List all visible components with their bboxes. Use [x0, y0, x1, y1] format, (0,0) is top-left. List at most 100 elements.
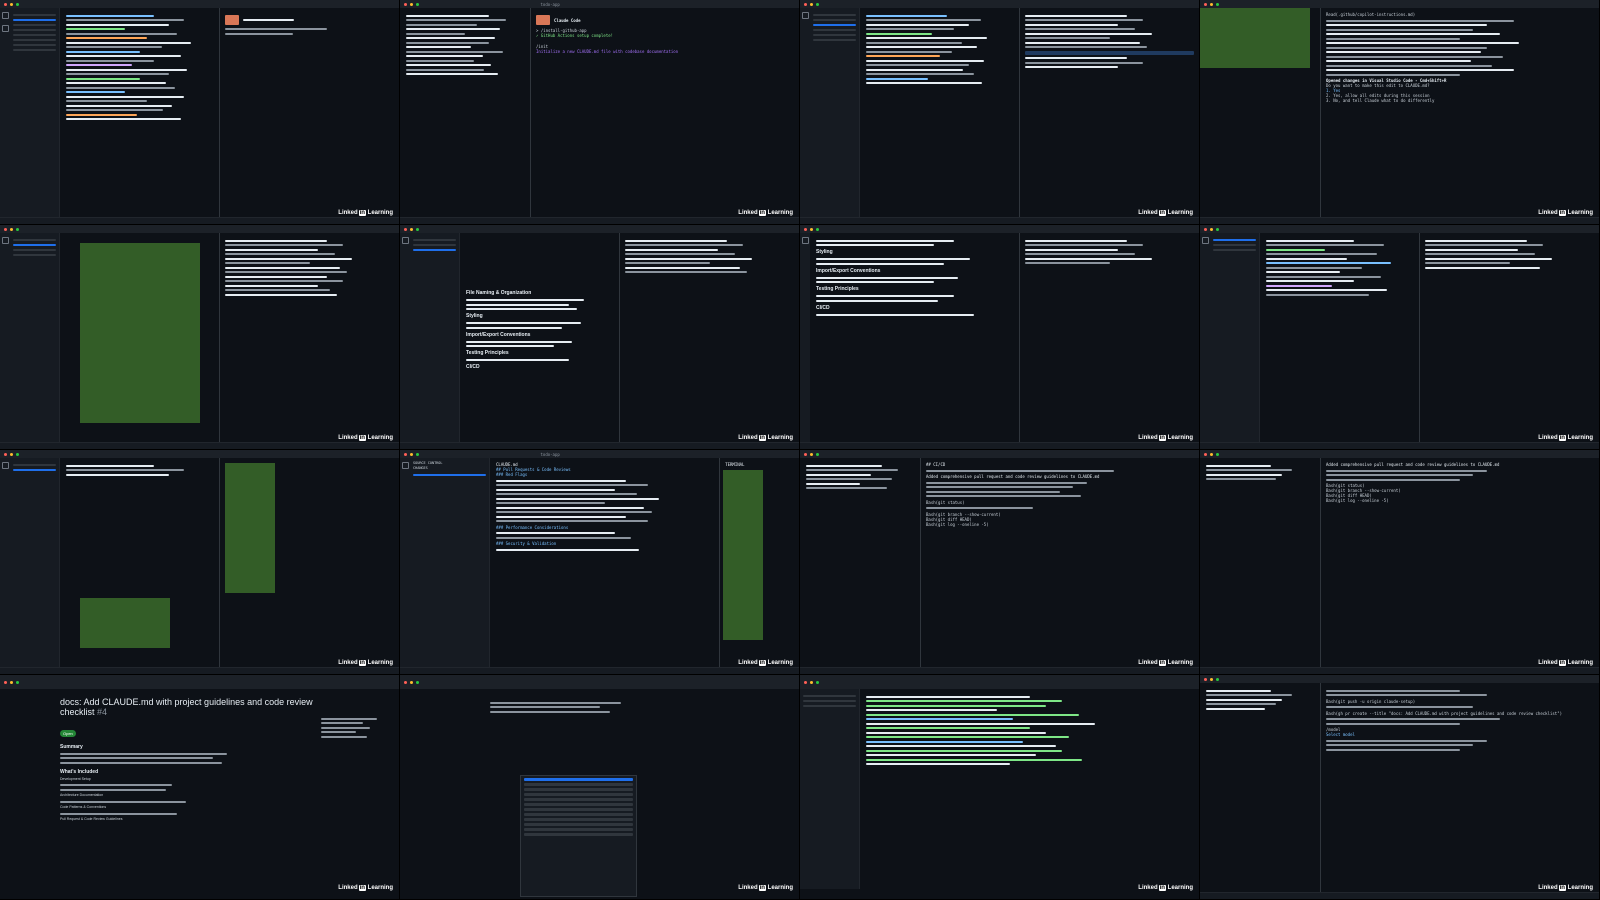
md-heading-performance: ### Performance Considerations [496, 524, 569, 530]
bash-git-log: Bash(git log --oneline -5) [926, 521, 989, 527]
editor-area[interactable] [1200, 458, 1320, 668]
terminal-tab[interactable]: TERMINAL [725, 462, 794, 467]
tile-claude-edit-prompt: Read(.github/copilot-instructions.md) Op… [1200, 0, 1600, 225]
tile-claude-git-status: ## CI/CD Added comprehensive pull reques… [800, 450, 1200, 675]
terminal-panel[interactable]: Added comprehensive pull request and cod… [1320, 458, 1599, 668]
claude-code-title: Claude Code [554, 17, 581, 23]
tile-markdown-preview: File Naming & Organization Styling Impor… [400, 225, 800, 450]
ci-heading: ## CI/CD [926, 462, 946, 467]
pr-included-heading: What's Included [60, 768, 99, 775]
pr-sidebar [321, 715, 391, 740]
window-titlebar [0, 0, 399, 8]
tile-markdown-preview-2: Styling Import/Export Conventions Testin… [800, 225, 1200, 450]
md-heading-security: ### Security & Validation [496, 541, 557, 546]
status-bar [0, 217, 399, 224]
linkedin-learning-watermark: Linked in Learning [338, 210, 393, 216]
heading-cicd: CI/CD [466, 364, 480, 370]
bash-git-push: Bash(git push -u origin claude-setup) [1326, 698, 1416, 704]
green-diff-block [723, 470, 764, 640]
tile-vscode-claude-md-3: Linked in Learning [1200, 225, 1600, 450]
green-diff-block [80, 243, 200, 423]
terminal-panel[interactable]: TERMINAL [719, 458, 799, 668]
tile-vscode-green-selection: Linked in Learning [0, 225, 400, 450]
init-description: Initialize a new CLAUDE.md file with cod… [536, 49, 679, 54]
added-summary: Added comprehensive pull request and cod… [926, 474, 1100, 479]
heading-testing: Testing Principles [816, 286, 859, 292]
terminal-panel[interactable] [219, 458, 399, 668]
editor-area[interactable] [60, 233, 219, 443]
pr-architecture: Architecture Documentation [60, 793, 104, 797]
tile-claude-md-pr-section: todo-app SOURCE CONTROL CHANGES CLAUDE.m… [400, 450, 800, 675]
bash-git-status: Bash(git status) [926, 499, 965, 505]
terminal-panel[interactable] [1419, 233, 1599, 443]
pr-code-patterns: Code Patterns & Conventions [60, 805, 107, 809]
green-diff-block [80, 598, 170, 648]
heading-import-export: Import/Export Conventions [466, 331, 531, 338]
changes-header: CHANGES [413, 466, 428, 470]
editor-area[interactable] [800, 458, 920, 668]
md-heading-red-flags: ### Red Flags [496, 472, 528, 477]
pr-summary-heading: Summary [60, 744, 83, 750]
editor-area[interactable] [1200, 683, 1320, 893]
terminal-panel[interactable]: Claude Code > /install-github-app ✓ GitH… [530, 8, 799, 218]
files-icon[interactable] [801, 237, 809, 244]
pr-number: #4 [97, 707, 108, 717]
select-model-heading: Select model [1326, 732, 1355, 737]
window-title: todo-app [540, 451, 560, 457]
terminal-panel[interactable] [1019, 8, 1199, 218]
terminal-panel[interactable] [1019, 233, 1199, 443]
window-title: todo-app [540, 1, 560, 7]
terminal-panel[interactable] [619, 233, 799, 443]
linkedin-learning-watermark: Linked in Learning [738, 210, 793, 216]
heading-styling: Styling [466, 313, 483, 319]
claude-logo-icon [536, 15, 550, 25]
editor-area[interactable] [60, 458, 219, 668]
editor-area[interactable] [860, 8, 1019, 218]
heading-file-naming: File Naming & Organization [466, 290, 532, 296]
files-icon[interactable] [401, 237, 409, 244]
pr-dev-setup: Development Setup [60, 776, 91, 781]
markdown-preview[interactable]: File Naming & Organization Styling Impor… [460, 233, 619, 443]
bash-git-log: Bash(git log --oneline -5) [1326, 498, 1389, 503]
terminal-panel[interactable]: Read(.github/copilot-instructions.md) Op… [1320, 8, 1599, 218]
files-icon[interactable] [1201, 237, 1209, 244]
editor-area[interactable] [1260, 233, 1419, 443]
editor-area[interactable] [60, 8, 219, 218]
added-summary: Added comprehensive pull request and cod… [1326, 462, 1500, 467]
option-no[interactable]: 3. No, and tell Claude what to do differ… [1326, 98, 1594, 103]
tile-claude-git-status-2: Added comprehensive pull request and cod… [1200, 450, 1600, 675]
terminal-panel[interactable] [219, 8, 399, 218]
tile-vscode-claude-md-2: Linked in Learning [800, 0, 1200, 225]
files-icon[interactable] [1, 462, 9, 469]
source-control-icon[interactable] [401, 462, 409, 469]
terminal-panel[interactable] [219, 233, 399, 443]
explorer-sidebar [10, 8, 60, 218]
files-icon[interactable] [1, 237, 9, 244]
files-icon[interactable] [801, 12, 809, 19]
tile-json-output: Linked in Learning [800, 675, 1200, 900]
heading-cicd: CI/CD [816, 304, 830, 311]
bash-gh-pr-create: Bash(gh pr create --title "docs: Add CLA… [1326, 710, 1563, 716]
search-icon[interactable] [1, 25, 9, 32]
editor-area[interactable] [400, 8, 530, 218]
pr-title: docs: Add CLAUDE.md with project guideli… [60, 697, 313, 717]
tile-github-context-menu: Linked in Learning [400, 675, 800, 900]
tool-read-line: Read(.github/copilot-instructions.md) [1326, 12, 1416, 17]
json-viewer[interactable] [860, 689, 1199, 889]
files-icon[interactable] [1, 12, 9, 19]
tile-vscode-claude-md-1: Linked in Learning [0, 0, 400, 225]
tile-claude-code-install: todo-app Claude Code > /install-github-a… [400, 0, 800, 225]
pr-state-badge: Open [60, 730, 76, 737]
tile-claude-pr-create: Bash(git push -u origin claude-setup) Ba… [1200, 675, 1600, 900]
terminal-panel[interactable]: ## CI/CD Added comprehensive pull reques… [920, 458, 1199, 668]
pr-review-guidelines: Pull Request & Code Review Guidelines [60, 817, 123, 821]
context-menu[interactable] [520, 775, 637, 897]
green-diff-block-terminal [225, 463, 276, 593]
claude-logo-icon [225, 15, 240, 25]
editor-area[interactable]: CLAUDE.md ## Pull Requests & Code Review… [490, 458, 719, 668]
heading-import-export: Import/Export Conventions [816, 267, 881, 274]
activity-bar [0, 8, 10, 218]
terminal-panel[interactable]: Bash(git push -u origin claude-setup) Ba… [1320, 683, 1599, 893]
tile-vscode-green-selection-2: Linked in Learning [0, 450, 400, 675]
markdown-preview[interactable]: Styling Import/Export Conventions Testin… [810, 233, 1019, 443]
